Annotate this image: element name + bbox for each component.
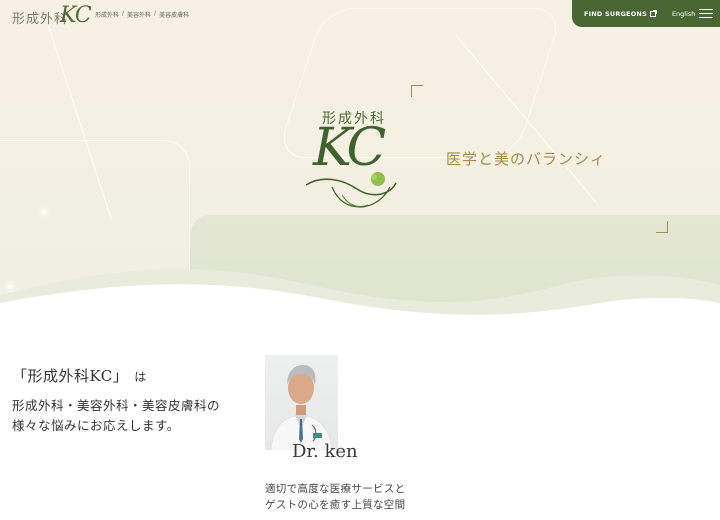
top-nav-bar: FIND SURGEONS English bbox=[572, 0, 720, 27]
breadcrumb-separator: / bbox=[154, 10, 157, 17]
external-link-icon bbox=[649, 9, 657, 17]
find-surgeons-link[interactable]: FIND SURGEONS bbox=[584, 9, 657, 18]
intro-brand: 「形成外科KC」 bbox=[12, 367, 129, 385]
intro-text: 形成外科・美容外科・美容皮膚科の 様々な悩みにお応えします。 bbox=[12, 396, 220, 436]
find-surgeons-label: FIND SURGEONS bbox=[584, 9, 647, 18]
hero-sparkle bbox=[42, 210, 46, 214]
doctor-name: Dr. ken bbox=[292, 441, 358, 462]
hero-section: 形成外科 KC 医学と美のバランシィ bbox=[0, 0, 720, 325]
decor-bracket bbox=[411, 85, 423, 97]
site-logo-mark[interactable]: KC bbox=[60, 3, 92, 28]
hero-wave bbox=[0, 269, 720, 325]
intro-heading: 「形成外科KC」は bbox=[12, 365, 147, 386]
doctor-photo bbox=[265, 355, 338, 450]
intro-line: 様々な悩みにお応えします。 bbox=[12, 418, 180, 433]
ginkgo-leaf-icon bbox=[305, 172, 397, 208]
breadcrumb-item[interactable]: 美容外科 bbox=[127, 10, 151, 19]
breadcrumb: 形成外科 / 美容外科 / 美容皮膚科 bbox=[95, 10, 189, 19]
hero-tagline: 医学と美のバランシィ bbox=[446, 150, 607, 168]
doctor-portrait-icon bbox=[270, 365, 333, 450]
intro-line: 形成外科・美容外科・美容皮膚科の bbox=[12, 398, 221, 413]
decor-bracket bbox=[656, 221, 668, 233]
doctor-description: 適切で高度な医療サービスと ゲストの心を癒す上質な空間 bbox=[265, 481, 405, 513]
intro-particle: は bbox=[134, 370, 147, 384]
breadcrumb-item[interactable]: 美容皮膚科 bbox=[159, 10, 189, 19]
description-line: 適切で高度な医療サービスと bbox=[265, 483, 406, 495]
breadcrumb-item[interactable]: 形成外科 bbox=[95, 10, 119, 19]
description-line: ゲストの心を癒す上質な空間 bbox=[265, 499, 406, 511]
breadcrumb-separator: / bbox=[122, 10, 125, 17]
hamburger-menu-icon[interactable] bbox=[692, 0, 720, 27]
